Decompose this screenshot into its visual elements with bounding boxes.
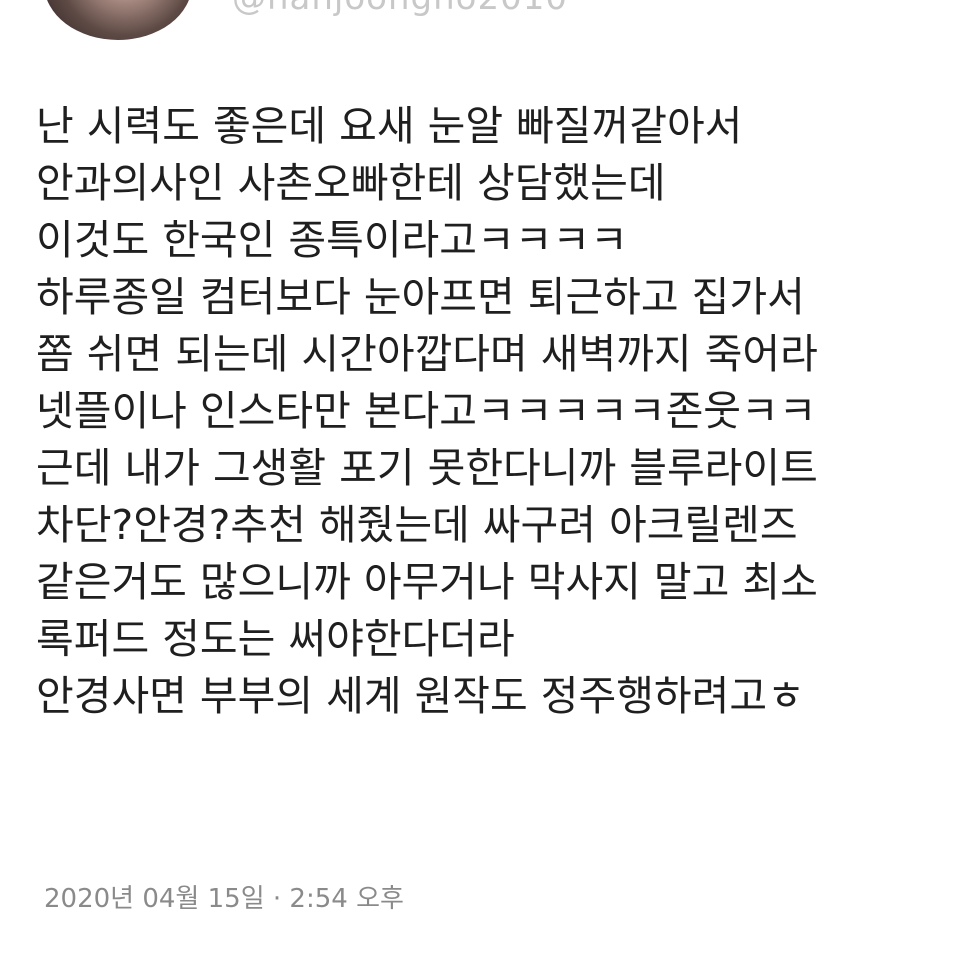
tweet-timestamp[interactable]: 2020년 04월 15일 · 2:54 오후 bbox=[44, 878, 404, 915]
tweet-header: @hanjoongho2010 bbox=[0, 0, 966, 40]
avatar[interactable] bbox=[44, 0, 192, 40]
tweet-text: 난 시력도 좋은데 요새 눈알 빠질꺼같아서 안과의사인 사촌오빠한테 상담했는… bbox=[36, 98, 946, 725]
tweet-line: 넷플이나 인스타만 본다고ㅋㅋㅋㅋㅋ존웃ㅋㅋ bbox=[36, 387, 817, 435]
tweet-line: 록퍼드 정도는 써야한다더라 bbox=[36, 615, 515, 663]
tweet-line: 차단?안경?추천 해줬는데 싸구려 아크릴렌즈 bbox=[36, 501, 798, 549]
tweet-line: 안과의사인 사촌오빠한테 상담했는데 bbox=[36, 159, 666, 207]
tweet-line: 이것도 한국인 종특이라고ㅋㅋㅋㅋ bbox=[36, 216, 628, 264]
tweet-line: 난 시력도 좋은데 요새 눈알 빠질꺼같아서 bbox=[36, 102, 743, 150]
user-handle[interactable]: @hanjoongho2010 bbox=[232, 0, 568, 18]
tweet-line: 안경사면 부부의 세계 원작도 정주행하려고ㅎ bbox=[36, 672, 805, 720]
tweet-line: 근데 내가 그생활 포기 못한다니까 블루라이트 bbox=[36, 444, 818, 492]
tweet-line: 쫌 쉬면 되는데 시간아깝다며 새벽까지 죽어라 bbox=[36, 330, 818, 378]
tweet-line: 하루종일 컴터보다 눈아프면 퇴근하고 집가서 bbox=[36, 273, 805, 321]
tweet-line: 같은거도 많으니까 아무거나 막사지 말고 최소 bbox=[36, 558, 818, 606]
